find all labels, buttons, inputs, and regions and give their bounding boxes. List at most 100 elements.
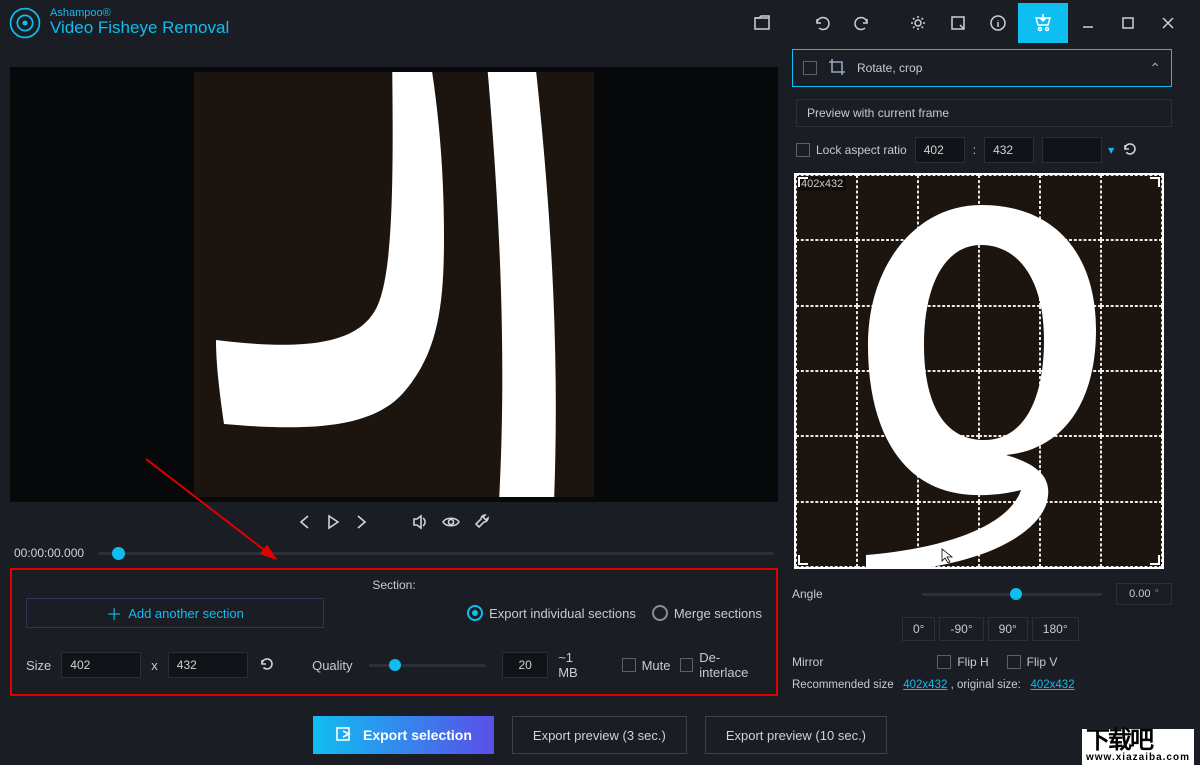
flip-h-label: Flip H bbox=[957, 655, 988, 669]
checkbox-icon bbox=[680, 658, 693, 672]
aspect-width-input[interactable] bbox=[915, 137, 965, 163]
crop-handle-bl[interactable] bbox=[798, 555, 808, 565]
chevron-up-icon: ⌃ bbox=[1149, 60, 1161, 77]
orig-size-link[interactable]: 402x432 bbox=[1030, 679, 1074, 691]
watermark-url: www.xiazaiba.com bbox=[1086, 753, 1190, 763]
deg-180-button[interactable]: 180° bbox=[1032, 617, 1079, 641]
aspect-height-input[interactable] bbox=[984, 137, 1034, 163]
maximize-button[interactable] bbox=[1108, 3, 1148, 43]
checkbox-icon bbox=[1007, 655, 1021, 669]
flip-v-checkbox[interactable]: Flip V bbox=[1007, 655, 1058, 669]
checkbox-icon bbox=[622, 658, 636, 672]
tools-icon[interactable] bbox=[473, 513, 491, 531]
recommended-size-row: Recommended size 402x432 , original size… bbox=[792, 679, 1172, 691]
watermark-text: 下载吧 bbox=[1086, 729, 1190, 753]
quality-est: ~1 MB bbox=[558, 650, 592, 680]
angle-value[interactable]: 0.00° bbox=[1116, 583, 1172, 605]
flip-h-checkbox[interactable]: Flip H bbox=[937, 655, 988, 669]
section-title: Section: bbox=[26, 578, 762, 592]
rec-size-link[interactable]: 402x432 bbox=[903, 679, 947, 691]
deinterlace-checkbox[interactable]: De-interlace bbox=[680, 650, 762, 680]
crop-preview[interactable]: 402x432 bbox=[794, 173, 1164, 569]
mirror-label: Mirror bbox=[792, 655, 823, 669]
info-icon[interactable] bbox=[978, 3, 1018, 43]
plus-icon: ＋ bbox=[106, 601, 122, 625]
lock-aspect-checkbox[interactable]: Lock aspect ratio bbox=[796, 143, 907, 157]
checkbox-icon bbox=[937, 655, 951, 669]
notes-icon[interactable] bbox=[938, 3, 978, 43]
radio-individual-label: Export individual sections bbox=[489, 606, 636, 621]
crop-handle-tl[interactable] bbox=[798, 177, 808, 187]
timecode: 00:00:00.000 bbox=[14, 546, 84, 560]
titlebar: Ashampoo® Video Fisheye Removal bbox=[0, 0, 1200, 45]
rec-label: Recommended size bbox=[792, 679, 894, 691]
crop-handle-br[interactable] bbox=[1150, 555, 1160, 565]
aspect-preset-select[interactable] bbox=[1042, 137, 1102, 163]
export-preview-10s-button[interactable]: Export preview (10 sec.) bbox=[705, 716, 887, 754]
size-label: Size bbox=[26, 658, 51, 673]
radio-dot-icon bbox=[652, 605, 668, 621]
angle-slider[interactable] bbox=[922, 593, 1102, 596]
reset-aspect-icon[interactable] bbox=[1122, 141, 1138, 160]
close-button[interactable] bbox=[1148, 3, 1188, 43]
timeline: 00:00:00.000 bbox=[10, 542, 778, 566]
radio-dot-icon bbox=[467, 605, 483, 621]
add-section-button[interactable]: ＋ Add another section bbox=[26, 598, 324, 628]
undo-icon[interactable] bbox=[802, 3, 842, 43]
angle-presets: 0° -90° 90° 180° bbox=[902, 617, 1172, 641]
video-preview bbox=[10, 67, 778, 502]
angle-thumb[interactable] bbox=[1010, 588, 1022, 600]
timeline-track[interactable] bbox=[98, 552, 774, 555]
eye-icon[interactable] bbox=[441, 514, 461, 530]
brand-logo-icon bbox=[8, 6, 42, 40]
flip-v-label: Flip V bbox=[1027, 655, 1058, 669]
minimize-button[interactable] bbox=[1068, 3, 1108, 43]
radio-merge-label: Merge sections bbox=[674, 606, 762, 621]
play-icon[interactable] bbox=[325, 514, 341, 530]
open-file-icon[interactable] bbox=[742, 3, 782, 43]
timeline-thumb[interactable] bbox=[112, 547, 125, 560]
radio-export-individual[interactable]: Export individual sections bbox=[467, 605, 636, 621]
deg-minus90-button[interactable]: -90° bbox=[939, 617, 983, 641]
lock-aspect-label: Lock aspect ratio bbox=[816, 143, 907, 157]
brand-line2: Video Fisheye Removal bbox=[50, 19, 229, 37]
add-section-label: Add another section bbox=[128, 606, 244, 621]
orig-label: , original size: bbox=[951, 679, 1021, 691]
mute-label: Mute bbox=[642, 658, 671, 673]
accordion-rotate-crop[interactable]: Rotate, crop ⌃ bbox=[792, 49, 1172, 87]
deg-0-button[interactable]: 0° bbox=[902, 617, 935, 641]
cart-button[interactable] bbox=[1018, 3, 1068, 43]
quality-label: Quality bbox=[312, 658, 352, 673]
right-panel: Rotate, crop ⌃ Preview with current fram… bbox=[788, 45, 1186, 705]
angle-label: Angle bbox=[792, 587, 823, 601]
deg-90-button[interactable]: 90° bbox=[988, 617, 1028, 641]
export-selection-label: Export selection bbox=[363, 727, 472, 743]
settings-icon[interactable] bbox=[898, 3, 938, 43]
deinterlace-label: De-interlace bbox=[699, 650, 762, 680]
export-preview-3s-button[interactable]: Export preview (3 sec.) bbox=[512, 716, 687, 754]
crop-icon bbox=[827, 57, 847, 80]
aspect-dropdown-icon[interactable]: ▾ bbox=[1108, 143, 1114, 157]
redo-icon[interactable] bbox=[842, 3, 882, 43]
video-frame bbox=[194, 72, 594, 497]
quality-slider[interactable] bbox=[369, 664, 487, 667]
footer: Export selection Export preview (3 sec.)… bbox=[0, 705, 1200, 765]
next-frame-icon[interactable] bbox=[353, 514, 369, 530]
prev-frame-icon[interactable] bbox=[297, 514, 313, 530]
radio-merge-sections[interactable]: Merge sections bbox=[652, 605, 762, 621]
export-selection-button[interactable]: Export selection bbox=[313, 716, 494, 754]
export-icon bbox=[335, 725, 353, 746]
volume-icon[interactable] bbox=[411, 513, 429, 531]
watermark: 下载吧 www.xiazaiba.com bbox=[1082, 729, 1194, 765]
crop-handle-tr[interactable] bbox=[1150, 177, 1160, 187]
checkbox-icon bbox=[803, 61, 817, 75]
size-width-input[interactable] bbox=[61, 652, 141, 678]
size-height-input[interactable] bbox=[168, 652, 248, 678]
mute-checkbox[interactable]: Mute bbox=[622, 658, 671, 673]
preview-frame-button[interactable]: Preview with current frame bbox=[796, 99, 1172, 127]
quality-thumb[interactable] bbox=[389, 659, 401, 671]
reset-size-icon[interactable] bbox=[258, 655, 276, 676]
accordion-title: Rotate, crop bbox=[857, 61, 922, 75]
quality-value-input[interactable] bbox=[502, 652, 548, 678]
left-panel: 00:00:00.000 Section: ＋ Add another sect… bbox=[0, 45, 788, 705]
